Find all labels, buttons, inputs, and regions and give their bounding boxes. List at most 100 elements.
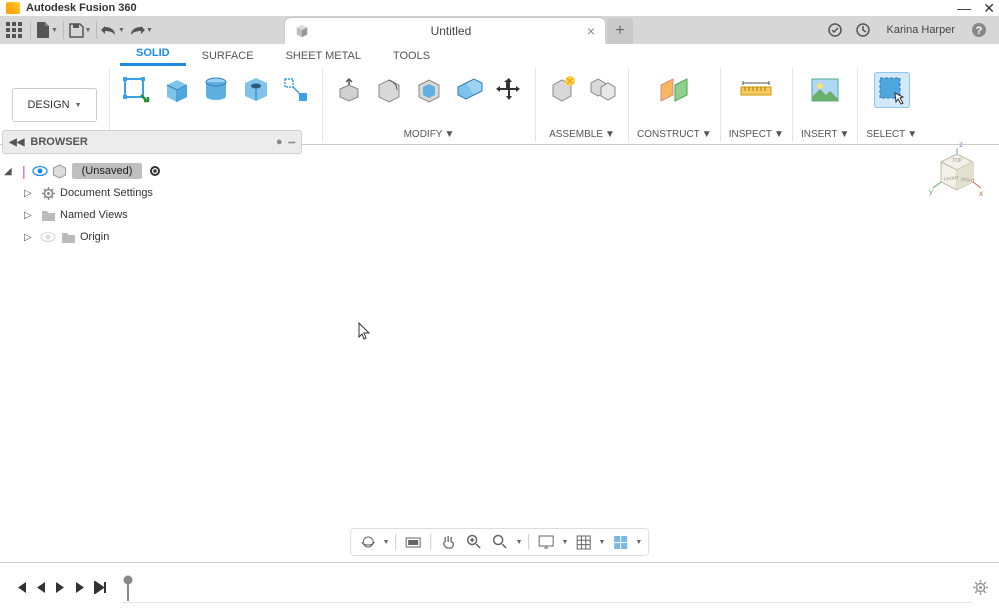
component-icon <box>547 75 577 105</box>
tree-root[interactable]: ◢ | (Unsaved) <box>4 160 300 182</box>
ribbon-group-label: ASSEMBLE <box>549 129 603 140</box>
select-button[interactable] <box>874 72 910 108</box>
create-hole-button[interactable] <box>238 72 274 108</box>
press-pull-button[interactable] <box>331 72 367 108</box>
data-panel-button[interactable] <box>0 16 28 44</box>
pan-button[interactable] <box>438 531 460 553</box>
ribbon-group-construct: CONSTRUCT▼ <box>629 68 721 142</box>
viewcube-top: TOP <box>952 158 963 164</box>
new-component-button[interactable] <box>544 72 580 108</box>
combine-button[interactable] <box>451 72 487 108</box>
timeline-track[interactable] <box>122 573 972 603</box>
window-titlebar: Autodesk Fusion 360 <box>0 0 999 16</box>
tab-surface[interactable]: SURFACE <box>186 46 270 66</box>
create-sketch-button[interactable] <box>118 72 154 108</box>
timeline-next-button[interactable] <box>70 578 90 598</box>
help-button[interactable]: ? <box>967 18 991 42</box>
redo-button[interactable]: ▼ <box>127 16 155 44</box>
timeline <box>0 562 999 612</box>
active-component-icon[interactable] <box>150 166 160 176</box>
visibility-icon[interactable] <box>32 163 48 179</box>
look-at-button[interactable] <box>403 531 425 553</box>
save-button[interactable]: ▼ <box>66 16 94 44</box>
save-icon <box>69 23 84 38</box>
navigation-toolbar: ▼ ▼ ▼ ▼ ▼ <box>350 528 650 556</box>
image-icon <box>810 77 840 103</box>
browser-pin-icon[interactable]: ⎯ <box>289 134 296 150</box>
ribbon-group-label: CONSTRUCT <box>637 129 700 140</box>
display-settings-button[interactable] <box>536 531 558 553</box>
browser-dot-icon[interactable]: ● <box>276 136 283 148</box>
tree-expand-icon[interactable]: ▷ <box>24 210 36 221</box>
create-cylinder-button[interactable] <box>198 72 234 108</box>
job-status-button[interactable] <box>851 18 875 42</box>
fillet-button[interactable] <box>371 72 407 108</box>
timeline-start-button[interactable] <box>10 578 30 598</box>
tree-root-label: (Unsaved) <box>72 163 143 179</box>
tab-close-icon[interactable]: × <box>587 23 595 39</box>
tab-sheet-metal[interactable]: SHEET METAL <box>270 46 377 66</box>
viewport-button[interactable] <box>609 531 631 553</box>
tree-expand-icon[interactable]: ▷ <box>24 232 36 243</box>
window-controls: — ✕ <box>957 0 995 17</box>
move-icon <box>495 76 523 104</box>
zoom-window-button[interactable] <box>490 531 512 553</box>
browser-collapse-icon[interactable]: ◀◀ <box>9 137 24 148</box>
ribbon-group-label: INSPECT <box>729 129 772 140</box>
timeline-prev-button[interactable] <box>30 578 50 598</box>
viewcube[interactable]: z TOP FRONT RIGHT y x <box>929 140 985 202</box>
timeline-play-button[interactable] <box>50 578 70 598</box>
joint-button[interactable] <box>584 72 620 108</box>
measure-button[interactable] <box>738 72 774 108</box>
tree-item-named-views[interactable]: ▷ Named Views <box>4 204 300 226</box>
svg-text:?: ? <box>976 25 983 37</box>
app-logo-icon <box>6 2 20 14</box>
window-close-icon[interactable]: ✕ <box>983 0 995 17</box>
svg-text:z: z <box>959 140 963 149</box>
tree-item-label: Named Views <box>60 209 128 221</box>
visibility-off-icon[interactable] <box>40 229 56 245</box>
browser-panel: ◀◀ BROWSER ● ⎯ ◢ | (Unsaved) ▷ Document <box>2 130 302 254</box>
create-form-button[interactable] <box>278 72 314 108</box>
timeline-playhead-icon[interactable] <box>122 575 134 603</box>
window-minimize-icon[interactable]: — <box>957 0 971 17</box>
document-tab[interactable]: Untitled × <box>285 18 605 44</box>
mouse-cursor-icon <box>358 322 372 340</box>
press-pull-icon <box>334 75 364 105</box>
new-tab-button[interactable]: + <box>607 18 633 44</box>
tab-tools[interactable]: TOOLS <box>377 46 446 66</box>
create-box-button[interactable] <box>158 72 194 108</box>
orbit-button[interactable] <box>357 531 379 553</box>
undo-button[interactable]: ▼ <box>99 16 127 44</box>
select-icon <box>877 75 907 105</box>
timeline-end-button[interactable] <box>90 578 110 598</box>
username-label[interactable]: Karina Harper <box>879 24 963 36</box>
tree-item-document-settings[interactable]: ▷ Document Settings <box>4 182 300 204</box>
document-tab-name: Untitled <box>315 24 587 38</box>
tree-expand-icon[interactable]: ▷ <box>24 188 36 199</box>
file-menu-button[interactable]: ▼ <box>33 16 61 44</box>
grid-settings-button[interactable] <box>572 531 594 553</box>
ribbon-group-modify: MODIFY▼ <box>323 68 536 142</box>
zoom-button[interactable] <box>464 531 486 553</box>
cylinder-icon <box>201 75 231 105</box>
browser-header[interactable]: ◀◀ BROWSER ● ⎯ <box>2 130 302 154</box>
tree-item-label: Document Settings <box>60 187 153 199</box>
timeline-settings-button[interactable] <box>972 579 989 596</box>
ribbon-group-assemble: ASSEMBLE▼ <box>536 68 629 142</box>
tree-item-label: Origin <box>80 231 109 243</box>
tree-expand-icon[interactable]: ◢ <box>4 166 16 177</box>
construct-plane-button[interactable] <box>656 72 692 108</box>
ribbon-group-label: MODIFY <box>404 129 443 140</box>
component-icon <box>52 163 68 179</box>
app-title: Autodesk Fusion 360 <box>26 2 137 14</box>
form-icon <box>282 76 310 104</box>
extensions-button[interactable] <box>823 18 847 42</box>
tree-item-origin[interactable]: ▷ Origin <box>4 226 300 248</box>
extensions-icon <box>827 22 843 38</box>
svg-text:y: y <box>929 187 933 196</box>
shell-button[interactable] <box>411 72 447 108</box>
insert-button[interactable] <box>807 72 843 108</box>
move-button[interactable] <box>491 72 527 108</box>
tab-solid[interactable]: SOLID <box>120 43 186 66</box>
